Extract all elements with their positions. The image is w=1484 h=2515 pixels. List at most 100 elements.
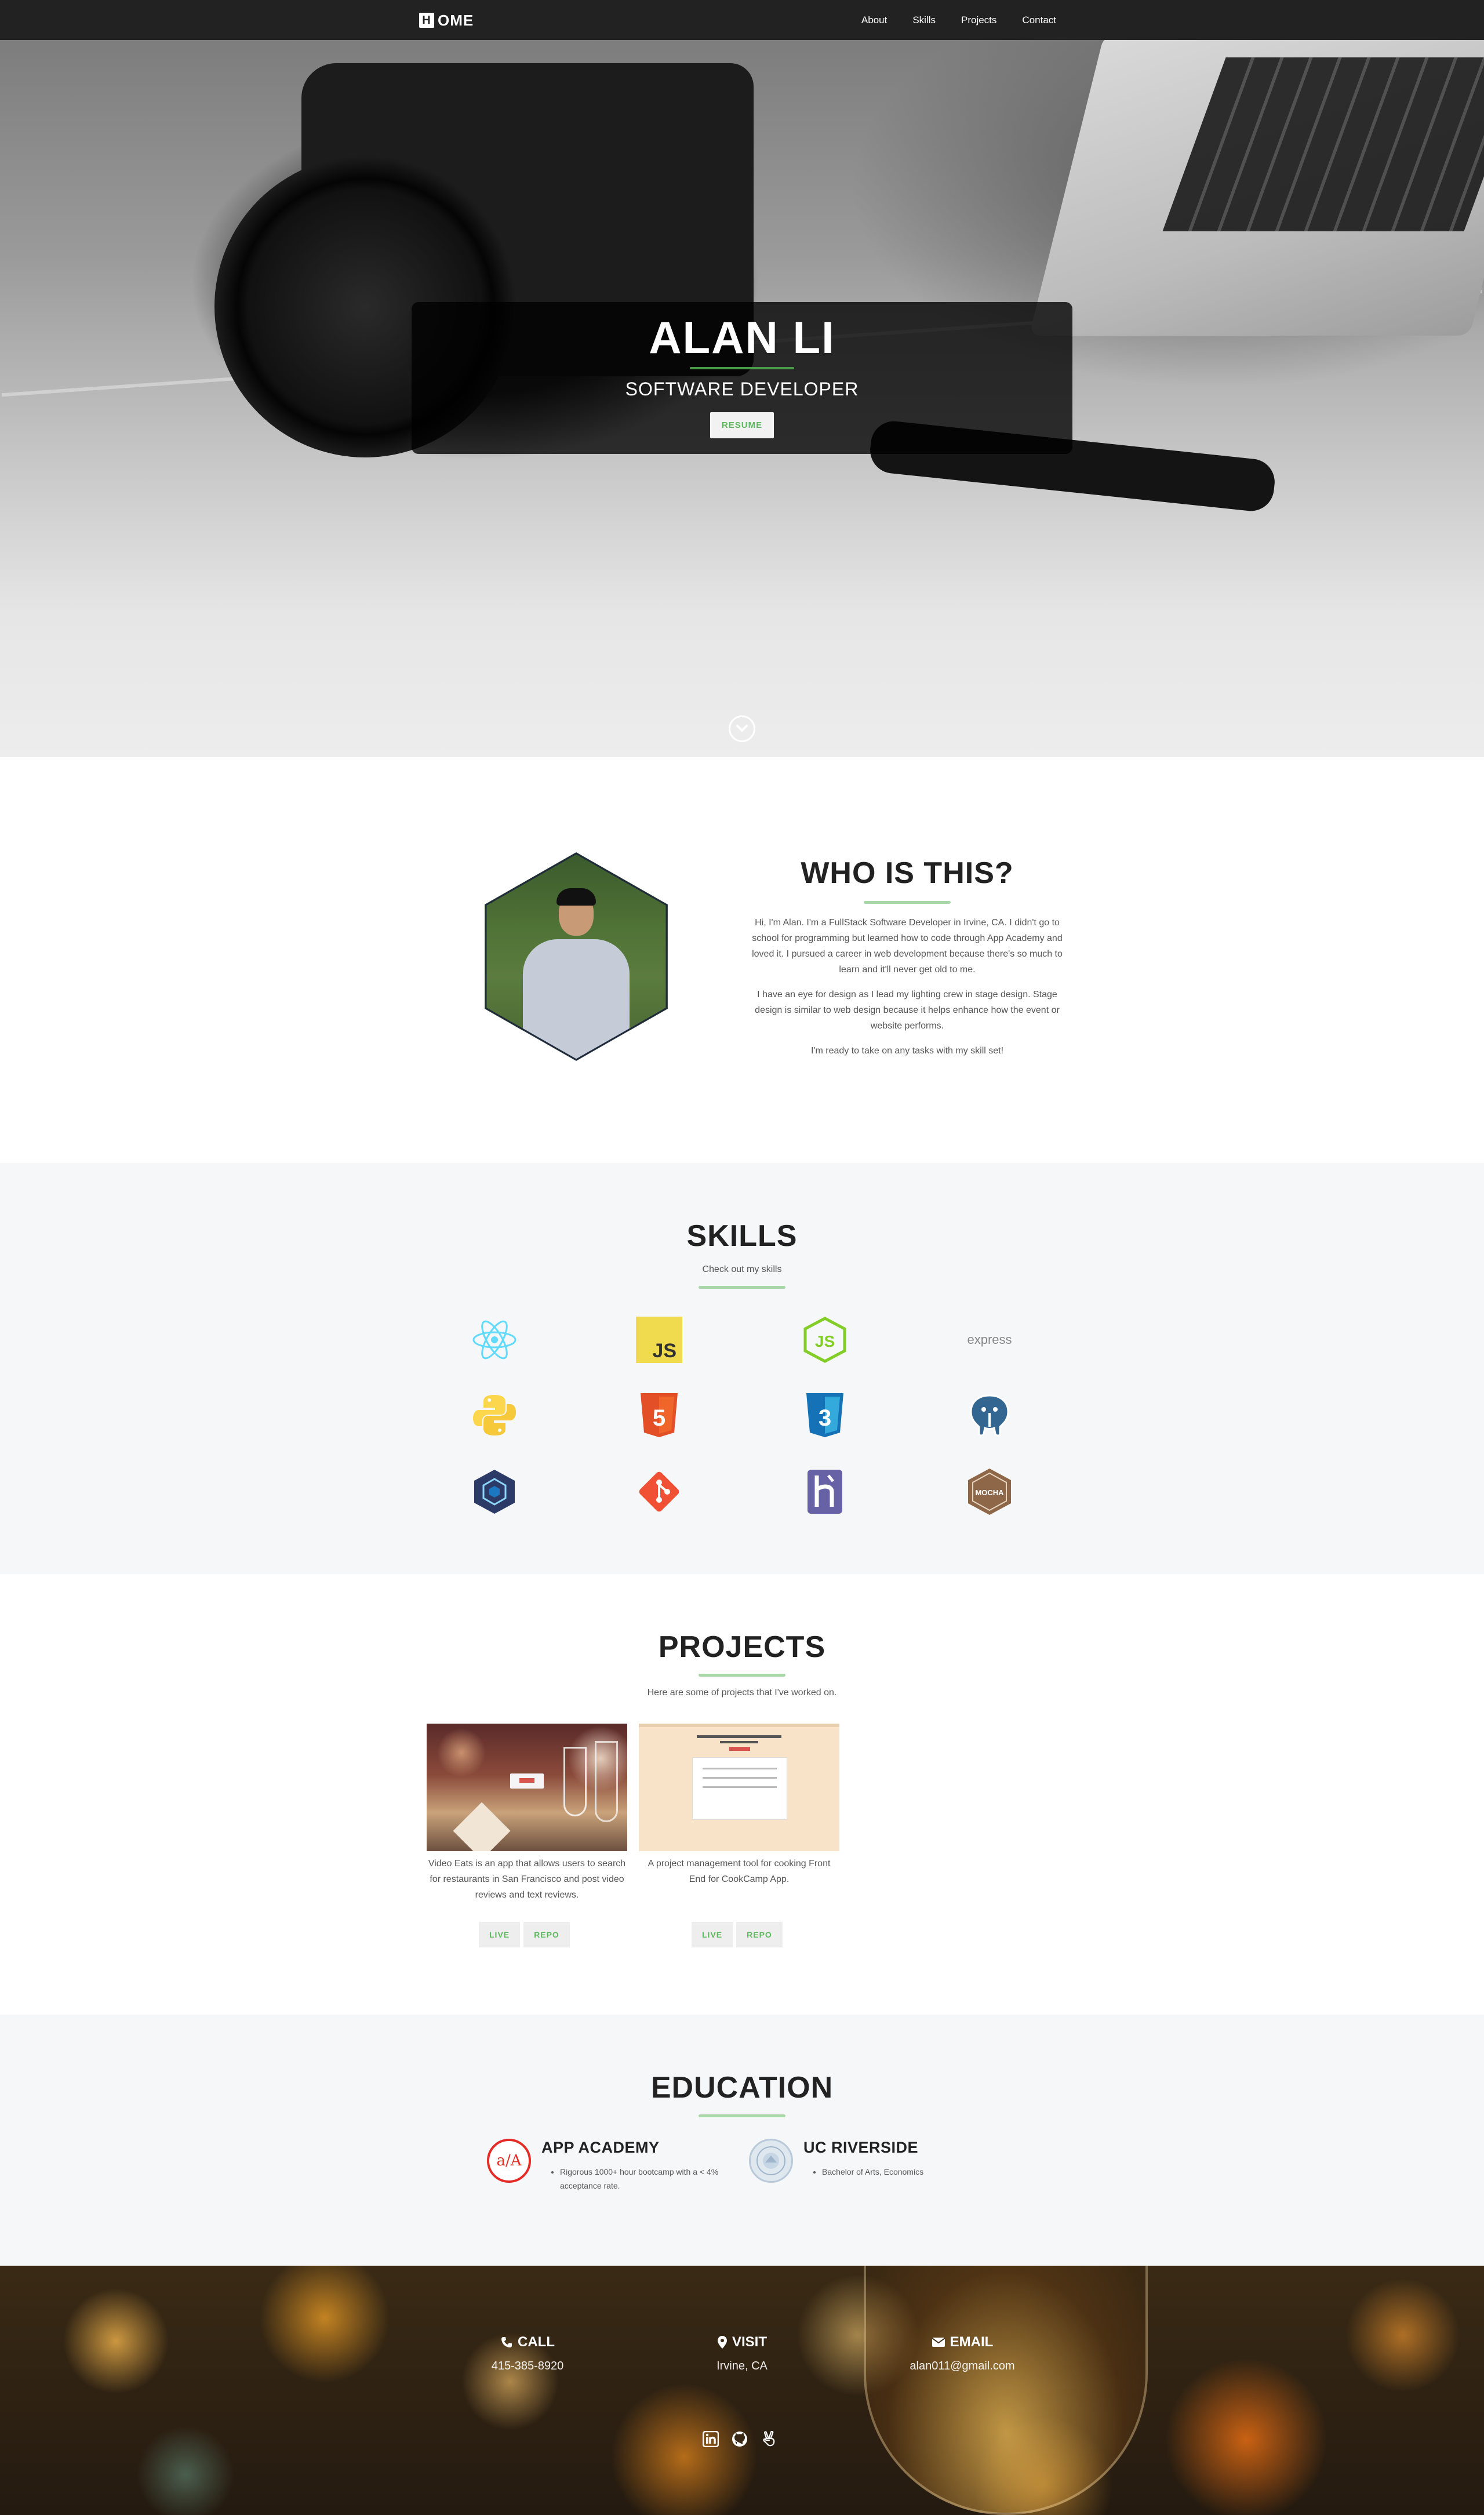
- brand-logo[interactable]: H OME: [419, 12, 474, 29]
- envelope-icon: [932, 2338, 945, 2347]
- contact-section: CALL 415-385-8920 VISIT Irvine, CA EMAIL…: [0, 2266, 1484, 2515]
- contact-email-address[interactable]: alan011@gmail.com: [864, 2360, 1061, 2373]
- school-details: Rigorous 1000+ hour bootcamp with a < 4%…: [541, 2165, 736, 2193]
- contact-visit-title: VISIT: [643, 2334, 841, 2350]
- app-academy-logo-text: a/A: [496, 2152, 522, 2169]
- project-screenshot[interactable]: [639, 1724, 839, 1851]
- python-icon: [468, 1389, 521, 1441]
- phone-icon: [501, 2337, 512, 2347]
- nav-link-about[interactable]: About: [861, 14, 887, 26]
- heroku-icon: [799, 1466, 851, 1518]
- school-details: Bachelor of Arts, Economics: [803, 2165, 923, 2179]
- education-title: EDUCATION: [650, 2071, 834, 2105]
- nodejs-icon-label: JS: [815, 1332, 835, 1350]
- contact-call-title: CALL: [429, 2334, 626, 2350]
- live-button[interactable]: LIVE: [479, 1922, 521, 1947]
- html5-icon: 5: [633, 1389, 685, 1441]
- css3-icon-label: 3: [819, 1405, 831, 1431]
- mocha-icon: MOCHA: [963, 1466, 1016, 1518]
- project-form-line: [703, 1777, 777, 1779]
- education-item-app-academy: a/A APP ACADEMY Rigorous 1000+ hour boot…: [487, 2139, 736, 2193]
- contact-location: Irvine, CA: [716, 2360, 768, 2372]
- brand-icon: H: [419, 13, 434, 28]
- project-form-line: [703, 1786, 777, 1788]
- contact-email-title: EMAIL: [864, 2334, 1061, 2350]
- hero-role: SOFTWARE DEVELOPER: [625, 379, 859, 399]
- angellist-icon[interactable]: [761, 2431, 777, 2447]
- project-buttons: LIVE REPO: [479, 1922, 570, 1947]
- nav-links: About Skills Projects Contact: [861, 0, 1056, 40]
- app-academy-logo: a/A: [487, 2139, 531, 2183]
- nav-link-contact[interactable]: Contact: [1022, 14, 1056, 26]
- contact-email-label: EMAIL: [950, 2334, 994, 2350]
- github-icon[interactable]: [732, 2431, 748, 2447]
- skills-title: SKILLS: [686, 1219, 798, 1253]
- school-detail: Rigorous 1000+ hour bootcamp with a < 4%…: [560, 2165, 736, 2193]
- css3-icon: 3: [799, 1389, 851, 1441]
- project-screenshot[interactable]: [427, 1724, 627, 1851]
- about-text: Hi, I'm Alan. I'm a FullStack Software D…: [748, 915, 1067, 1068]
- school-name: UC RIVERSIDE: [803, 2139, 919, 2156]
- express-icon-label: express: [967, 1332, 1012, 1347]
- project-glass-graphic: [563, 1747, 587, 1816]
- about-paragraph: I'm ready to take on any tasks with my s…: [810, 1046, 1004, 1056]
- skills-subtitle: Check out my skills: [702, 1264, 782, 1274]
- live-button[interactable]: LIVE: [692, 1922, 733, 1947]
- map-marker-icon: [717, 2336, 727, 2349]
- repo-button[interactable]: REPO: [523, 1922, 570, 1947]
- navbar: H OME About Skills Projects Contact: [0, 0, 1484, 40]
- git-icon: [633, 1466, 685, 1518]
- education-divider: [699, 2114, 785, 2117]
- resume-button[interactable]: RESUME: [710, 412, 774, 438]
- project-buttons: LIVE REPO: [692, 1922, 783, 1947]
- project-description: A project management tool for cooking Fr…: [648, 1859, 831, 1884]
- project-search-button: [519, 1778, 534, 1783]
- contact-call: CALL 415-385-8920: [429, 2334, 626, 2373]
- school-detail: Bachelor of Arts, Economics: [822, 2165, 923, 2179]
- skills-section: SKILLS Check out my skills JS JS express: [0, 1163, 1484, 1574]
- contact-phone[interactable]: 415-385-8920: [429, 2360, 626, 2373]
- profile-photo: [485, 852, 668, 1061]
- brand-text: OME: [438, 11, 474, 29]
- about-paragraph: Hi, I'm Alan. I'm a FullStack Software D…: [752, 918, 1063, 975]
- react-icon: [468, 1314, 521, 1366]
- repo-button[interactable]: REPO: [736, 1922, 783, 1947]
- project-glass-graphic: [595, 1741, 618, 1822]
- nav-link-projects[interactable]: Projects: [961, 14, 996, 26]
- projects-section: PROJECTS Here are some of projects that …: [0, 1574, 1484, 2015]
- contact-call-label: CALL: [518, 2334, 555, 2350]
- project-form-line: [703, 1768, 777, 1769]
- project-heading-line: [720, 1741, 758, 1743]
- project-card-cookcamp: A project management tool for cooking Fr…: [639, 1724, 839, 1887]
- contact-visit: VISIT Irvine, CA: [643, 2334, 841, 2373]
- chevron-down-icon: [736, 725, 748, 732]
- hero-divider: [690, 367, 794, 369]
- project-heading-line: [697, 1735, 781, 1738]
- project-napkin-graphic: [453, 1802, 511, 1851]
- contact-email: EMAIL alan011@gmail.com: [864, 2334, 1061, 2373]
- nav-link-skills[interactable]: Skills: [912, 14, 936, 26]
- education-section: EDUCATION a/A APP ACADEMY Rigorous 1000+…: [0, 2015, 1484, 2266]
- school-name: APP ACADEMY: [541, 2139, 660, 2156]
- contact-visit-label: VISIT: [732, 2334, 767, 2350]
- project-cta-button: [729, 1747, 750, 1751]
- mocha-icon-label: MOCHA: [975, 1488, 1004, 1497]
- hero-card: ALAN LI SOFTWARE DEVELOPER RESUME: [412, 302, 1072, 454]
- project-header-bar: [639, 1724, 839, 1727]
- scroll-down-button[interactable]: [729, 715, 755, 742]
- footer-background-glass: [864, 2266, 1148, 2515]
- nodejs-icon: JS: [799, 1314, 851, 1366]
- skills-divider: [699, 1286, 785, 1289]
- linkedin-icon[interactable]: [703, 2431, 719, 2447]
- about-title: WHO IS THIS?: [801, 856, 1014, 890]
- hexagon-frame: [485, 852, 668, 1061]
- express-icon: express: [963, 1314, 1016, 1366]
- project-description: Video Eats is an app that allows users t…: [428, 1859, 626, 1900]
- projects-subtitle: Here are some of projects that I've work…: [647, 1688, 837, 1698]
- projects-divider: [699, 1674, 785, 1677]
- about-divider: [864, 901, 951, 904]
- javascript-icon-label: JS: [652, 1340, 676, 1362]
- education-item-uc-riverside: UC RIVERSIDE Bachelor of Arts, Economics: [749, 2139, 998, 2183]
- uc-riverside-seal-icon: [749, 2139, 793, 2183]
- projects-title: PROJECTS: [658, 1630, 826, 1664]
